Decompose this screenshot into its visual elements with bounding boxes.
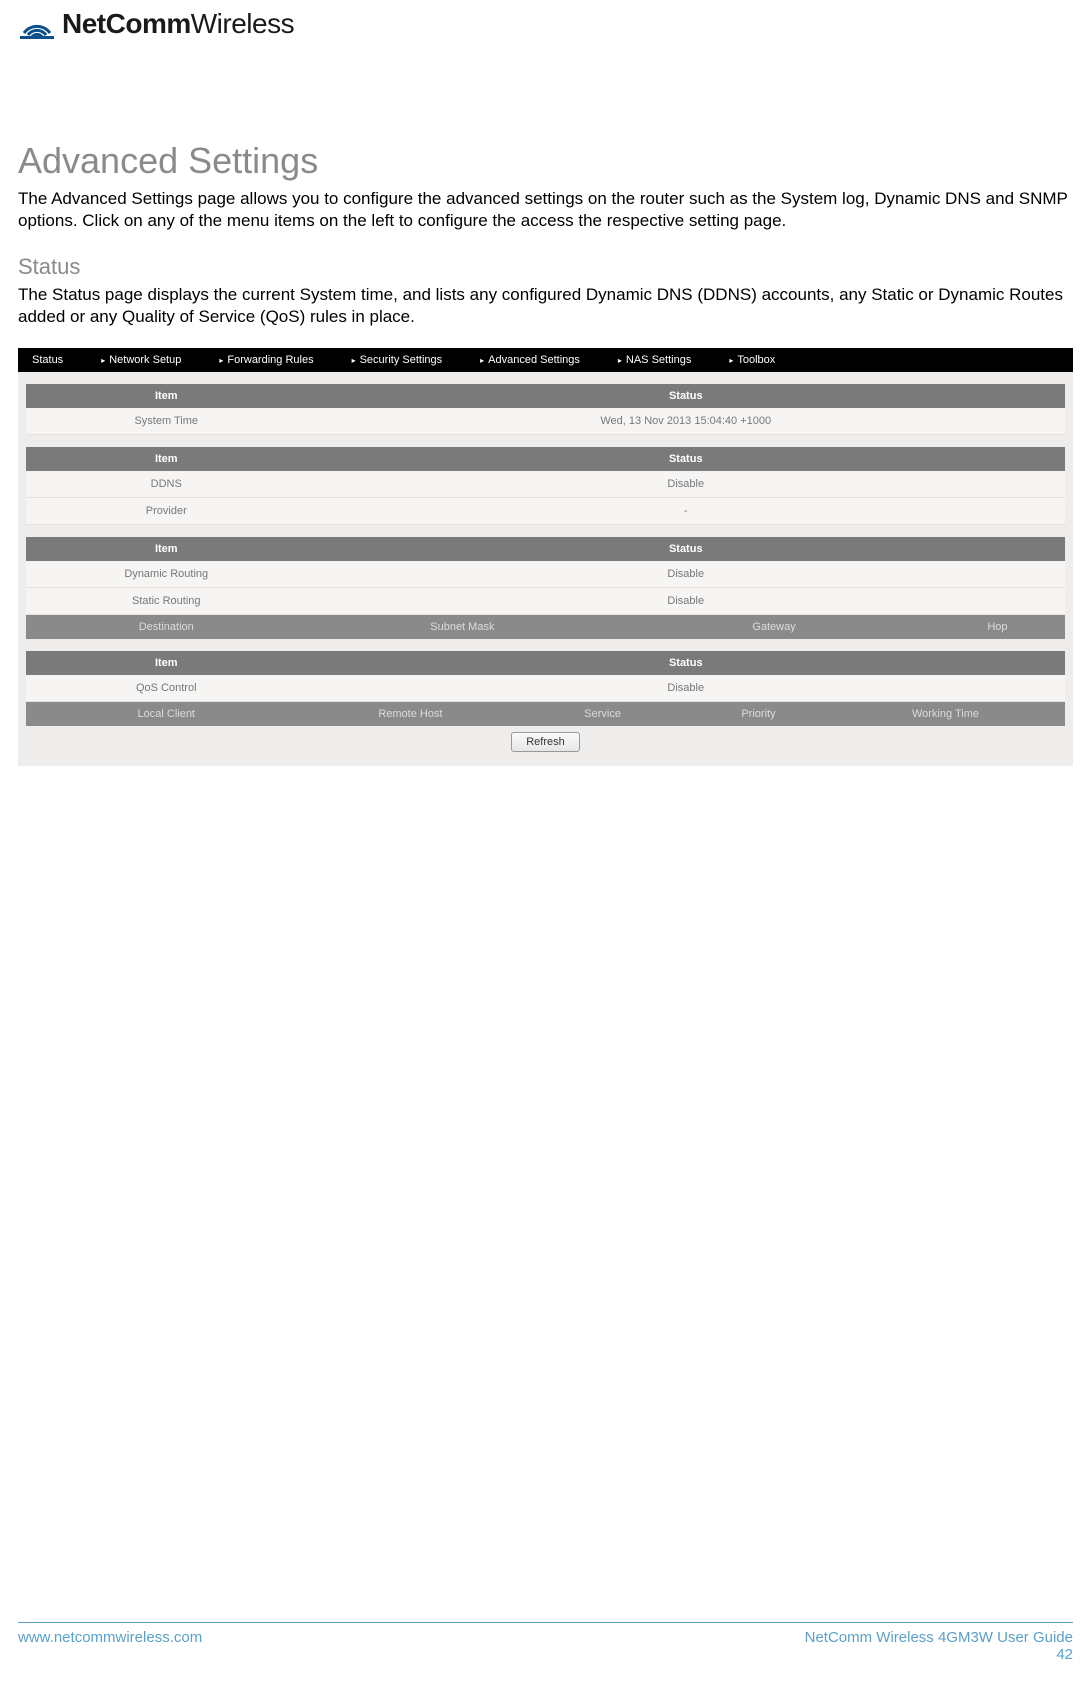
table-row: Provider -: [26, 498, 1065, 525]
table-row: Dynamic Routing Disable: [26, 561, 1065, 588]
cell-value: Disable: [307, 675, 1065, 702]
refresh-button[interactable]: Refresh: [511, 732, 580, 752]
caret-right-icon: ▸: [352, 356, 356, 365]
th-status: Status: [307, 537, 1065, 561]
nav-network-setup[interactable]: ▸Network Setup: [87, 348, 205, 372]
table-row: DDNS Disable: [26, 471, 1065, 498]
status-heading: Status: [18, 254, 1073, 280]
cell-value: Disable: [307, 588, 1065, 615]
sub-hop: Hop: [930, 615, 1065, 639]
status-paragraph: The Status page displays the current Sys…: [18, 284, 1073, 328]
table-ddns: Item Status DDNS Disable Provider -: [26, 447, 1065, 525]
brand-header: NetCommWireless: [18, 8, 294, 40]
cell-label: Provider: [26, 498, 307, 525]
th-item: Item: [26, 537, 307, 561]
sub-remote-host: Remote Host: [307, 702, 515, 726]
caret-right-icon: ▸: [729, 356, 733, 365]
cell-label: Dynamic Routing: [26, 561, 307, 588]
brand-name: NetCommWireless: [62, 8, 294, 40]
table-subheader: Local Client Remote Host Service Priorit…: [26, 702, 1065, 726]
caret-right-icon: ▸: [480, 356, 484, 365]
footer-right: NetComm Wireless 4GM3W User Guide 42: [805, 1629, 1073, 1663]
caret-right-icon: ▸: [618, 356, 622, 365]
sub-service: Service: [514, 702, 691, 726]
table-routing: Item Status Dynamic Routing Disable Stat…: [26, 537, 1065, 639]
nav-security-settings[interactable]: ▸Security Settings: [338, 348, 467, 372]
th-item: Item: [26, 651, 307, 675]
footer-page-number: 42: [805, 1646, 1073, 1663]
cell-label: System Time: [26, 408, 307, 435]
cell-label: Static Routing: [26, 588, 307, 615]
table-qos: Item Status QoS Control Disable Local Cl…: [26, 651, 1065, 726]
nav-toolbox[interactable]: ▸Toolbox: [715, 348, 799, 372]
table-row: Static Routing Disable: [26, 588, 1065, 615]
nav-nas-settings[interactable]: ▸NAS Settings: [604, 348, 715, 372]
refresh-row: Refresh: [18, 726, 1073, 766]
th-status: Status: [307, 651, 1065, 675]
table-row: QoS Control Disable: [26, 675, 1065, 702]
table-system-time: Item Status System Time Wed, 13 Nov 2013…: [26, 384, 1065, 435]
th-item: Item: [26, 384, 307, 408]
nav-status[interactable]: Status: [18, 348, 87, 372]
sub-working-time: Working Time: [826, 702, 1065, 726]
brand-name-light: Wireless: [191, 8, 294, 39]
footer-guide: NetComm Wireless 4GM3W User Guide: [805, 1629, 1073, 1646]
table-row: System Time Wed, 13 Nov 2013 15:04:40 +1…: [26, 408, 1065, 435]
th-item: Item: [26, 447, 307, 471]
sub-local-client: Local Client: [26, 702, 307, 726]
brand-name-bold: NetComm: [62, 8, 191, 39]
th-status: Status: [307, 384, 1065, 408]
router-ui-panel: Status ▸Network Setup ▸Forwarding Rules …: [18, 348, 1073, 766]
sub-priority: Priority: [691, 702, 826, 726]
page-footer: www.netcommwireless.com NetComm Wireless…: [18, 1622, 1073, 1663]
caret-right-icon: ▸: [219, 356, 223, 365]
th-status: Status: [307, 447, 1065, 471]
sub-gateway: Gateway: [618, 615, 930, 639]
caret-right-icon: ▸: [101, 356, 105, 365]
table-subheader: Destination Subnet Mask Gateway Hop: [26, 615, 1065, 639]
page-content: Advanced Settings The Advanced Settings …: [18, 140, 1073, 766]
nav-advanced-settings[interactable]: ▸Advanced Settings: [466, 348, 604, 372]
cell-value: Disable: [307, 471, 1065, 498]
intro-paragraph: The Advanced Settings page allows you to…: [18, 188, 1073, 232]
footer-url: www.netcommwireless.com: [18, 1629, 202, 1663]
router-nav: Status ▸Network Setup ▸Forwarding Rules …: [18, 348, 1073, 372]
wifi-arc-icon: [18, 9, 56, 39]
sub-subnet-mask: Subnet Mask: [307, 615, 619, 639]
nav-forwarding-rules[interactable]: ▸Forwarding Rules: [205, 348, 337, 372]
cell-label: QoS Control: [26, 675, 307, 702]
cell-value: Disable: [307, 561, 1065, 588]
cell-value: -: [307, 498, 1065, 525]
cell-value: Wed, 13 Nov 2013 15:04:40 +1000: [307, 408, 1065, 435]
sub-destination: Destination: [26, 615, 307, 639]
page-title: Advanced Settings: [18, 140, 1073, 182]
cell-label: DDNS: [26, 471, 307, 498]
